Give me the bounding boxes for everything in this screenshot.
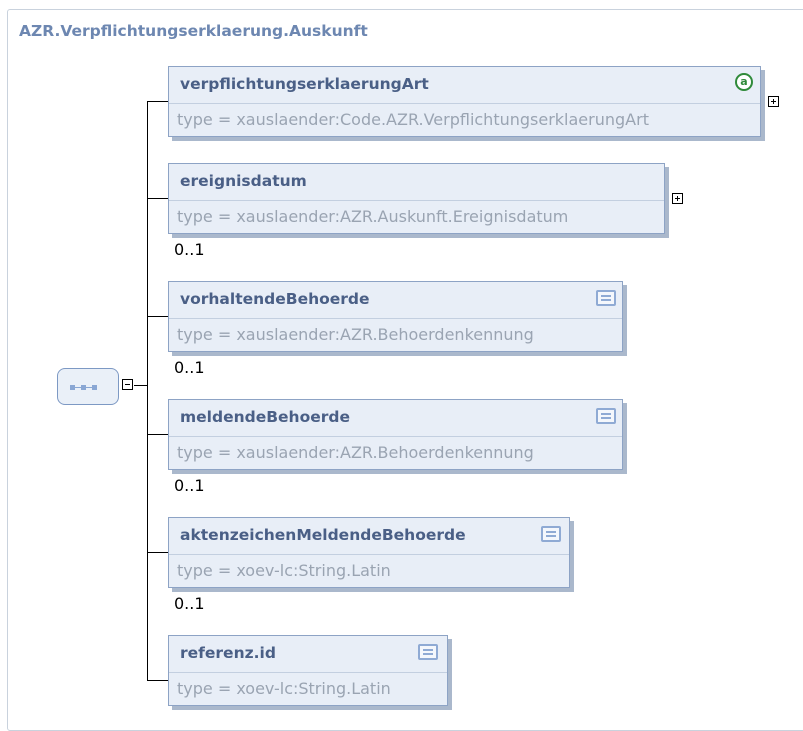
cardinality-label: 0..1 (174, 476, 205, 495)
cardinality-label: 0..1 (174, 358, 205, 377)
sequence-icon[interactable] (57, 368, 119, 405)
cardinality-label: 0..1 (174, 240, 205, 259)
diagram-title: AZR.Verpflichtungserklaerung.Auskunft (19, 22, 368, 40)
element-ereignisdatum[interactable]: ereignisdatum type = xauslaender:AZR.Aus… (168, 163, 669, 238)
expand-toggle-verpflichtungserklaerungArt[interactable] (768, 96, 779, 107)
element-referenz-id[interactable]: referenz.id type = xoev-lc:String.Latin (168, 635, 452, 710)
expand-toggle-ereignisdatum[interactable] (672, 193, 683, 204)
element-type: type = xauslaender:AZR.Behoerdenkennung (177, 325, 534, 344)
cardinality-label: 0..1 (174, 594, 205, 613)
element-name: vorhaltendeBehoerde (180, 290, 370, 308)
element-vorhaltendeBehoerde[interactable]: vorhaltendeBehoerde type = xauslaender:A… (168, 281, 627, 356)
element-aktenzeichenMeldendeBehoerde[interactable]: aktenzeichenMeldendeBehoerde type = xoev… (168, 517, 574, 592)
documentation-icon (418, 644, 438, 660)
element-type: type = xauslaender:AZR.Behoerdenkennung (177, 443, 534, 462)
element-verpflichtungserklaerungArt[interactable]: verpflichtungserklaerungArt a type = xau… (168, 66, 765, 141)
element-name: ereignisdatum (180, 172, 307, 190)
element-name: aktenzeichenMeldendeBehoerde (180, 526, 466, 544)
element-name: referenz.id (180, 644, 276, 662)
connector-branch-2 (147, 198, 168, 199)
connector-branch-6 (147, 680, 168, 681)
element-name: verpflichtungserklaerungArt (180, 75, 429, 93)
connector-branch-1 (147, 101, 168, 102)
attribute-icon: a (735, 73, 753, 91)
connector-branch-4 (147, 434, 168, 435)
element-type: type = xauslaender:Code.AZR.Verpflichtun… (177, 110, 649, 129)
element-type: type = xauslaender:AZR.Auskunft.Ereignis… (177, 207, 569, 226)
connector-seq-to-trunk (134, 385, 148, 386)
element-type: type = xoev-lc:String.Latin (177, 561, 391, 580)
connector-branch-3 (147, 316, 168, 317)
documentation-icon (541, 526, 561, 542)
element-type: type = xoev-lc:String.Latin (177, 679, 391, 698)
element-name: meldendeBehoerde (180, 408, 351, 426)
element-meldendeBehoerde[interactable]: meldendeBehoerde type = xauslaender:AZR.… (168, 399, 627, 474)
connector-trunk (147, 101, 148, 681)
documentation-icon (596, 408, 616, 424)
connector-branch-5 (147, 552, 168, 553)
sequence-collapse-toggle[interactable] (122, 379, 133, 390)
documentation-icon (596, 290, 616, 306)
